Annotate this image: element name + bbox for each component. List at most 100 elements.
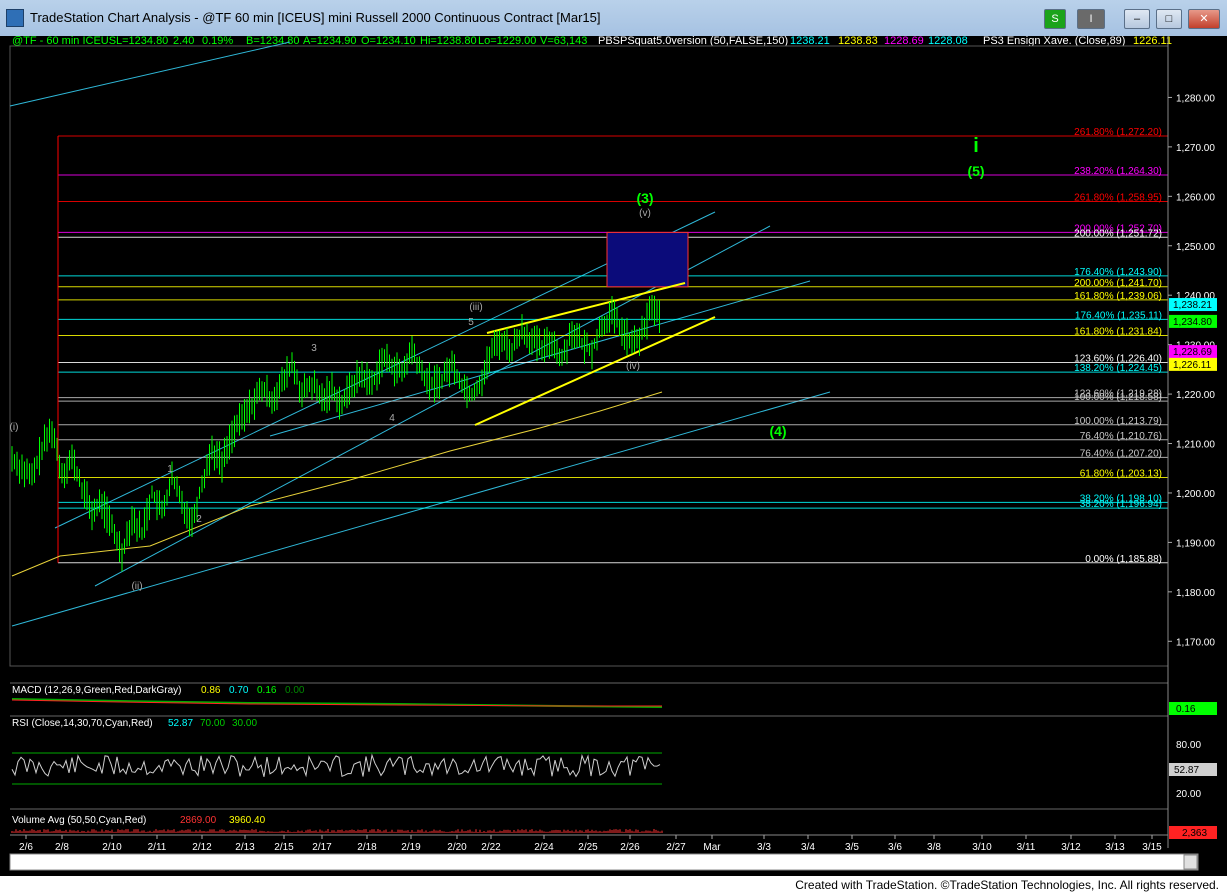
window-titlebar: TradeStation Chart Analysis - @TF 60 min… — [0, 0, 1227, 37]
wave-label: i — [973, 135, 979, 157]
price-axis-badge-label: 1,228.69 — [1173, 347, 1212, 358]
rsi-value: 52.87 — [168, 718, 193, 729]
fib-level-label: 61.80% (1,203.13) — [1080, 468, 1162, 479]
indicator-value-2: 1238.83 — [838, 36, 878, 47]
time-axis-tick-label: Mar — [703, 842, 721, 853]
rsi-axis-badge-label: 52.87 — [1174, 765, 1199, 776]
wave-label: (5) — [967, 163, 984, 179]
copyright-text: Created with TradeStation. ©TradeStation… — [795, 878, 1219, 892]
fib-level-label: 76.40% (1,207.20) — [1080, 448, 1162, 459]
rsi-value: 70.00 — [200, 718, 225, 729]
fib-level-label: 100.00% (1,218.58) — [1074, 392, 1162, 403]
fib-level-label: 176.40% (1,243.90) — [1074, 267, 1162, 278]
fib-level-label: 100.00% (1,213.79) — [1074, 416, 1162, 427]
fib-level-label: 0.00% (1,185.88) — [1085, 554, 1162, 565]
price-axis-tick-label: 1,170.00 — [1176, 637, 1215, 648]
chart-area[interactable]: @TF - 60 min ICEUS L=1234.80 2.40 0.19% … — [0, 35, 1227, 881]
macd-value: 0.86 — [201, 685, 221, 696]
indicator-label: PBSPSquat5.0version (50,FALSE,150) — [598, 36, 788, 47]
low-label: Lo=1229.00 — [478, 36, 536, 47]
indicator-value-4: 1228.08 — [928, 36, 968, 47]
time-axis-tick-label: 2/11 — [148, 842, 167, 853]
price-axis-tick-label: 1,190.00 — [1176, 538, 1215, 549]
last-label: L=1234.80 — [116, 36, 168, 47]
wave-label: 4 — [389, 413, 395, 424]
volume-axis-badge-label: 2,363 — [1182, 828, 1207, 839]
rsi-title: RSI (Close,14,30,70,Cyan,Red) — [12, 718, 153, 729]
fib-level-label: 161.80% (1,231.84) — [1074, 327, 1162, 338]
ps3-value: 1226.11 — [1133, 36, 1172, 47]
chart-menu-button[interactable]: I — [1077, 9, 1105, 29]
wave-label: (3) — [636, 190, 653, 206]
macd-value: 0.16 — [257, 685, 277, 696]
time-axis-tick-label: 2/26 — [620, 842, 640, 853]
wave-label: (ii) — [131, 581, 142, 592]
time-axis-tick-label: 3/11 — [1017, 842, 1036, 853]
time-axis-tick-label: 2/10 — [102, 842, 122, 853]
time-axis-tick-label: 2/20 — [447, 842, 467, 853]
pct-label: 0.19% — [202, 36, 233, 47]
high-label: Hi=1238.80 — [420, 36, 477, 47]
time-axis-tick-label: 2/15 — [274, 842, 294, 853]
wave-label: (i) — [10, 422, 19, 433]
horizontal-scrollbar[interactable] — [9, 853, 1199, 871]
volume-value: 2869.00 — [180, 815, 217, 826]
ps3-label: PS3 Ensign Xave. (Close,89) — [983, 36, 1125, 47]
fib-level-label: 261.80% (1,272.20) — [1074, 127, 1162, 138]
price-axis-tick-label: 1,180.00 — [1176, 588, 1215, 599]
time-axis-tick-label: 3/4 — [801, 842, 815, 853]
target-zone-box — [606, 231, 689, 288]
fib-level-label: 238.20% (1,264.30) — [1074, 166, 1162, 177]
price-axis-badge-label: 1,234.80 — [1173, 317, 1212, 328]
wave-label: 5 — [468, 317, 474, 328]
ask-label: A=1234.90 — [303, 36, 357, 47]
fib-level-label: 200.00% (1,251.72) — [1074, 228, 1162, 239]
change-label: 2.40 — [173, 36, 194, 47]
time-axis-tick-label: 2/13 — [235, 842, 255, 853]
maximize-button[interactable]: □ — [1156, 9, 1182, 29]
price-axis-tick-label: 1,250.00 — [1176, 242, 1215, 253]
time-axis-tick-label: 3/8 — [927, 842, 941, 853]
time-axis-tick-label: 2/25 — [578, 842, 598, 853]
time-axis-tick-label: 3/12 — [1061, 842, 1081, 853]
close-button[interactable]: ✕ — [1188, 9, 1220, 29]
time-axis-tick-label: 3/6 — [888, 842, 902, 853]
wave-label: (iii) — [469, 302, 482, 313]
price-axis-tick-label: 1,220.00 — [1176, 390, 1215, 401]
price-axis-tick-label: 1,280.00 — [1176, 93, 1215, 104]
price-axis-tick-label: 1,200.00 — [1176, 489, 1215, 500]
open-label: O=1234.10 — [361, 36, 416, 47]
price-axis-badge-label: 1,238.21 — [1173, 300, 1212, 311]
rsi-tick-label: 80.00 — [1176, 740, 1201, 751]
time-axis-tick-label: 2/22 — [481, 842, 501, 853]
volume-title: Volume Avg (50,50,Cyan,Red) — [12, 815, 146, 826]
price-axis-tick-label: 1,260.00 — [1176, 192, 1215, 203]
time-axis-tick-label: 3/3 — [757, 842, 771, 853]
time-axis-tick-label: 2/17 — [312, 842, 332, 853]
time-axis-tick-label: 3/13 — [1105, 842, 1125, 853]
macd-value: 0.00 — [285, 685, 305, 696]
bid-label: B=1234.80 — [246, 36, 300, 47]
wave-label: 3 — [311, 343, 317, 354]
fib-level-label: 38.20% (1,196.94) — [1080, 499, 1162, 510]
indicator-value-1: 1238.21 — [790, 36, 830, 47]
footer: Created with TradeStation. ©TradeStation… — [0, 876, 1227, 894]
time-axis-tick-label: 2/8 — [55, 842, 69, 853]
indicator-value-3: 1228.69 — [884, 36, 924, 47]
macd-value: 0.70 — [229, 685, 249, 696]
wave-label: (iv) — [626, 361, 640, 372]
minimize-button[interactable]: – — [1124, 9, 1150, 29]
time-axis-tick-label: 2/27 — [666, 842, 686, 853]
chart-svg: @TF - 60 min ICEUS L=1234.80 2.40 0.19% … — [0, 35, 1227, 876]
status-s-button[interactable]: S — [1044, 9, 1066, 29]
wave-label: (v) — [639, 208, 651, 219]
fib-level-label: 200.00% (1,241.70) — [1074, 278, 1162, 289]
window-title: TradeStation Chart Analysis - @TF 60 min… — [30, 10, 601, 25]
volume-label: V=63,143 — [540, 36, 587, 47]
scroll-right-button[interactable] — [1183, 854, 1198, 870]
wave-label: (4) — [769, 423, 786, 439]
rsi-tick-label: 20.00 — [1176, 789, 1201, 800]
symbol-label: @TF - 60 min ICEUS — [12, 36, 116, 47]
price-axis-tick-label: 1,210.00 — [1176, 440, 1215, 451]
wave-label: 1 — [167, 464, 173, 475]
